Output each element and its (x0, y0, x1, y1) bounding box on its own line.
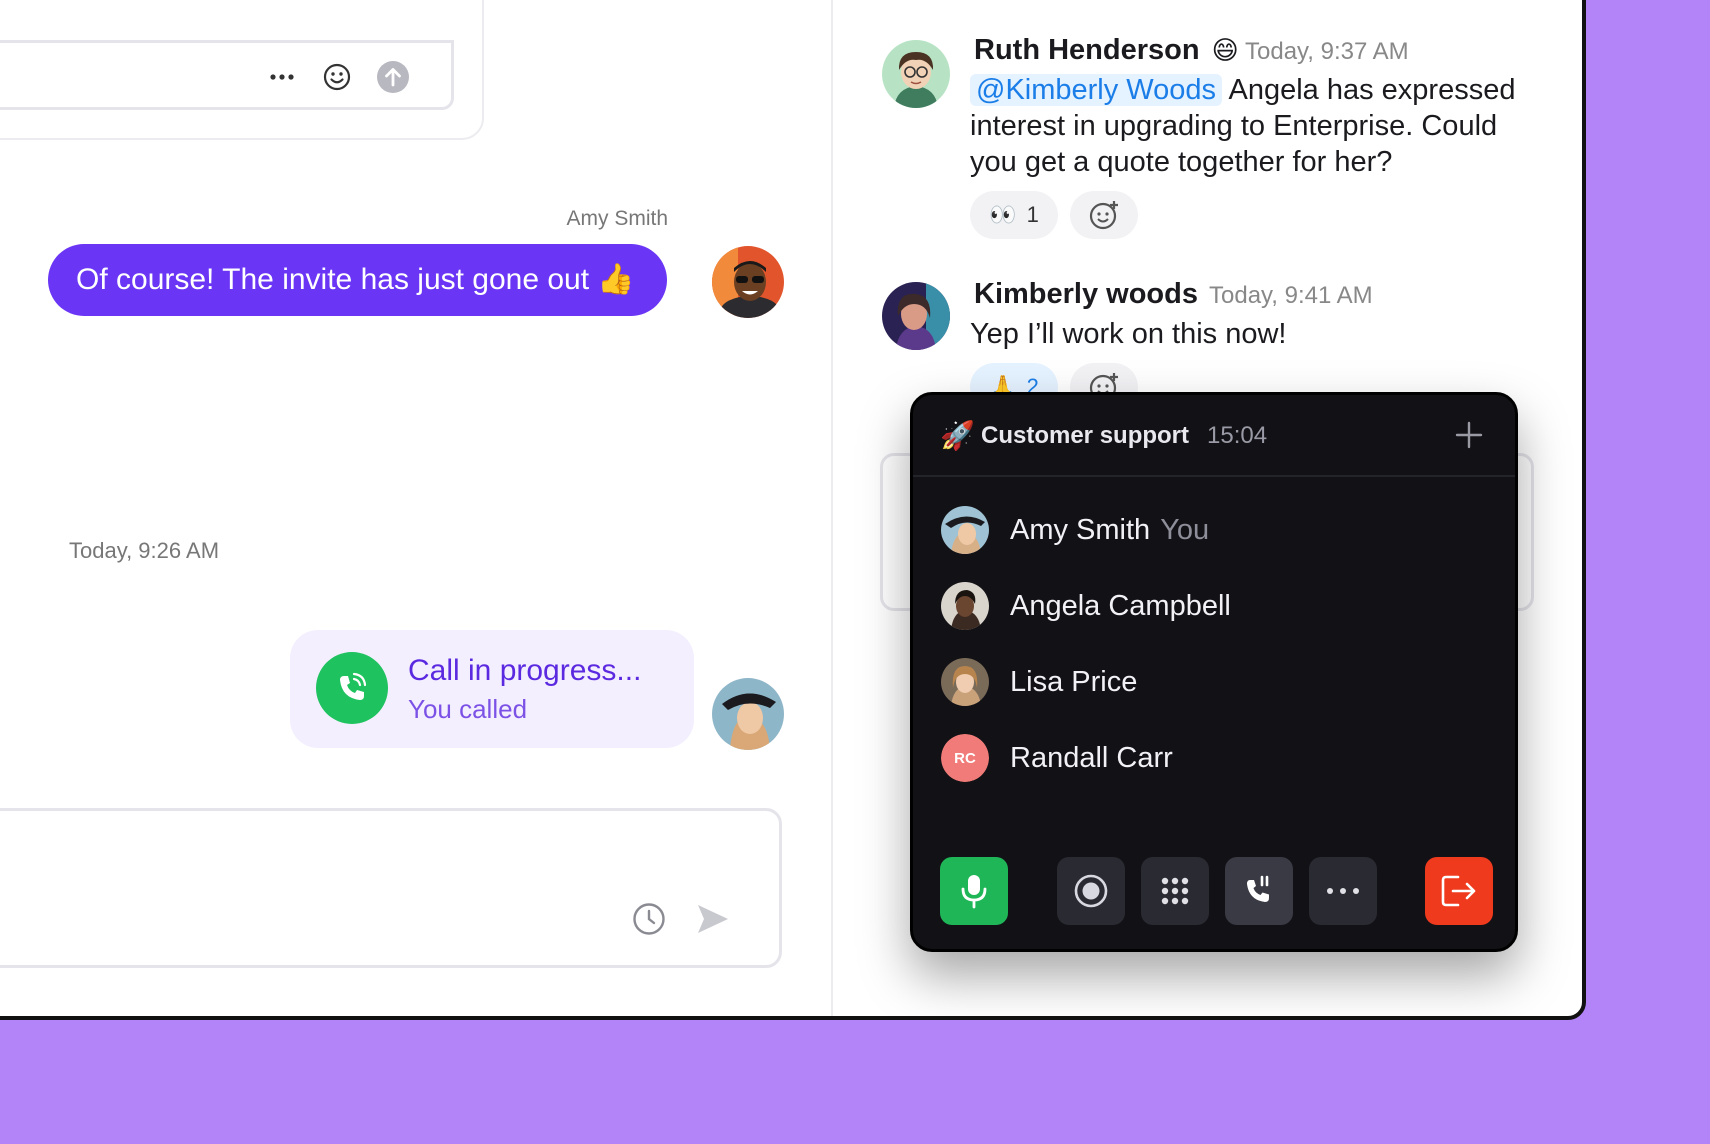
call-in-progress-card[interactable]: Call in progress... You called (290, 630, 694, 748)
leave-call-button[interactable] (1425, 857, 1493, 925)
avatar[interactable] (882, 40, 950, 108)
message-text: Yep I’ll work on this now! (970, 318, 1287, 350)
more-options-button[interactable] (1309, 857, 1377, 925)
participant-name: Amy Smith (1010, 514, 1151, 546)
phone-call-icon (316, 652, 388, 724)
avatar-initials: RC (941, 734, 989, 782)
reaction-emoji: 👀 (989, 202, 1017, 227)
dialpad-icon (1161, 877, 1189, 905)
call-card-title: Call in progress... (408, 654, 642, 687)
outgoing-message-bubble: Of course! The invite has just gone out … (48, 244, 667, 316)
avatar[interactable] (712, 246, 784, 318)
avatar[interactable] (882, 282, 950, 350)
mic-button[interactable] (940, 857, 1008, 925)
mention-link[interactable]: @Kimberly Woods (970, 74, 1223, 106)
leave-call-icon (1441, 875, 1476, 907)
participant-you-tag: You (1160, 514, 1210, 546)
status-emoji: 😄 (1211, 35, 1239, 65)
participant-row[interactable]: Amy Smith You (941, 503, 1481, 557)
add-reaction-button[interactable] (1070, 191, 1138, 239)
message-author[interactable]: Kimberly woods (974, 278, 1198, 311)
outgoing-sender-name: Amy Smith (566, 207, 668, 230)
participant-row[interactable]: Lisa Price (941, 655, 1481, 709)
transfer-call-button[interactable] (1225, 857, 1293, 925)
avatar: RC (941, 734, 989, 782)
call-popup-header: 🚀 Customer support 15:04 (913, 395, 1515, 477)
message-time: Today, 9:41 AM (1209, 282, 1373, 309)
call-timer: 15:04 (1207, 422, 1268, 449)
reaction-count: 1 (1026, 202, 1039, 227)
mic-icon (961, 875, 987, 909)
participant-row[interactable]: Angela Campbell (941, 579, 1481, 633)
record-button[interactable] (1057, 857, 1125, 925)
participant-name: Angela Campbell (1010, 590, 1231, 622)
more-horizontal-icon[interactable] (266, 61, 298, 93)
call-channel-name: Customer support (981, 422, 1190, 449)
participant-row[interactable]: RC Randall Carr (941, 731, 1481, 785)
plus-icon[interactable] (1451, 417, 1487, 453)
pane-divider (831, 0, 833, 1016)
emoji-icon[interactable] (321, 61, 353, 93)
dialpad-button[interactable] (1141, 857, 1209, 925)
avatar (941, 582, 989, 630)
rocket-icon: 🚀 (940, 420, 975, 451)
app-window: Amy Smith Of course! The invite has just… (0, 0, 1586, 1020)
avatar (941, 658, 989, 706)
record-icon (1074, 874, 1108, 908)
message-text: @Kimberly Woods Angela has expressed int… (970, 74, 1516, 178)
reaction-pill[interactable]: 👀 1 (970, 191, 1058, 239)
call-popup: 🚀 Customer support 15:04 Amy Smith You An… (910, 392, 1518, 952)
participant-name: Randall Carr (1010, 742, 1173, 774)
transfer-call-icon (1247, 875, 1269, 902)
avatar[interactable] (712, 678, 784, 750)
message-time: Today, 9:37 AM (1245, 38, 1409, 65)
message-composer[interactable] (0, 808, 782, 968)
message-author[interactable]: Ruth Henderson 😄 (974, 34, 1239, 67)
participant-name: Lisa Price (1010, 666, 1138, 698)
avatar (941, 506, 989, 554)
thread-reply-input[interactable] (0, 40, 454, 110)
call-card-subtitle: You called (408, 694, 528, 724)
add-reaction-icon (1089, 201, 1118, 230)
clock-icon[interactable] (629, 899, 669, 939)
arrow-up-circle-icon[interactable] (377, 61, 409, 93)
send-icon[interactable] (693, 899, 733, 939)
message-timestamp: Today, 9:26 AM (69, 538, 220, 563)
more-horizontal-icon (1327, 888, 1359, 894)
